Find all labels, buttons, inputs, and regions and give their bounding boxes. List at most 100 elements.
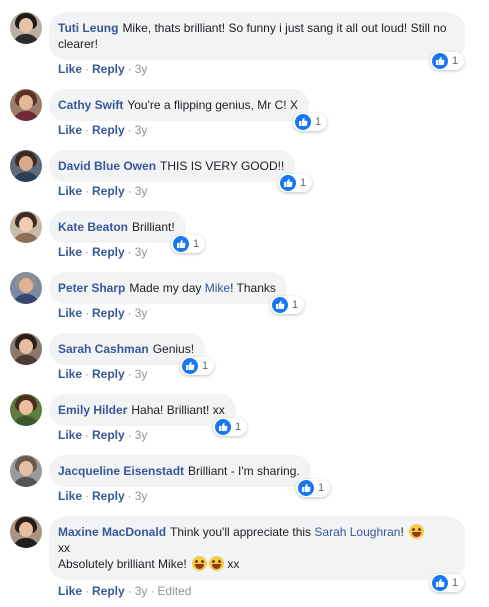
- reply-link[interactable]: Reply: [92, 584, 125, 598]
- grinning-face-emoji-icon: [192, 556, 208, 571]
- like-reaction-icon: [215, 419, 231, 435]
- reaction-count: 1: [315, 116, 322, 128]
- comment-time[interactable]: 3y: [135, 367, 148, 381]
- avatar[interactable]: [10, 89, 42, 121]
- comment-time[interactable]: 3y: [135, 306, 148, 320]
- comment-author[interactable]: Sarah Cashman: [58, 342, 149, 356]
- reaction-badge[interactable]: 1: [270, 296, 305, 314]
- grinning-face-emoji-icon: [209, 556, 225, 571]
- like-reaction-icon: [173, 236, 189, 252]
- avatar[interactable]: [10, 12, 42, 44]
- comment-time[interactable]: 3y: [135, 184, 148, 198]
- comment-line-2: xx: [58, 541, 70, 555]
- like-link[interactable]: Like: [58, 489, 82, 503]
- comment-author[interactable]: Maxine MacDonald: [58, 525, 166, 539]
- comment-bubble: Cathy Swift You're a flipping genius, Mr …: [49, 89, 309, 121]
- reaction-count: 1: [452, 577, 459, 589]
- reaction-count: 1: [235, 421, 242, 433]
- comment-text-end: xx: [227, 557, 240, 571]
- reaction-count: 1: [452, 55, 459, 67]
- reaction-badge[interactable]: 1: [293, 113, 328, 131]
- comment-text: Brilliant - I'm sharing.: [188, 464, 300, 478]
- like-link[interactable]: Like: [58, 245, 82, 259]
- comment-text: Haha! Brilliant! xx: [131, 403, 225, 417]
- like-link[interactable]: Like: [58, 62, 82, 76]
- like-reaction-icon: [295, 114, 311, 130]
- comment-bubble: Tuti Leung Mike, thats brilliant! So funn…: [49, 12, 465, 60]
- comment-time[interactable]: 3y: [135, 489, 148, 503]
- like-reaction-icon: [298, 480, 314, 496]
- avatar[interactable]: [10, 333, 42, 365]
- reaction-badge[interactable]: 1: [180, 357, 215, 375]
- like-link[interactable]: Like: [58, 306, 82, 320]
- comment-actions: Like · Reply · 3y: [58, 428, 148, 442]
- comment-author[interactable]: David Blue Owen: [58, 159, 156, 173]
- comment-actions: Like · Reply · 3y: [58, 367, 148, 381]
- reply-link[interactable]: Reply: [92, 245, 125, 259]
- avatar[interactable]: [10, 211, 42, 243]
- comment-text-after: ! Thanks: [230, 281, 276, 295]
- comment-time[interactable]: 3y: [135, 245, 148, 259]
- comment-line-1: Maxine MacDonald Think you'll appreciate …: [58, 524, 454, 540]
- reply-link[interactable]: Reply: [92, 123, 125, 137]
- reaction-badge[interactable]: 1: [430, 574, 465, 592]
- avatar[interactable]: [10, 516, 42, 548]
- comment-text: Brilliant!: [132, 220, 175, 234]
- comment-time[interactable]: 3y: [135, 428, 148, 442]
- like-link[interactable]: Like: [58, 367, 82, 381]
- comment-line-3: Absolutely brilliant Mike! xx: [58, 556, 454, 572]
- like-reaction-icon: [432, 53, 448, 69]
- comment-text-before: Think you'll appreciate this: [170, 525, 315, 539]
- avatar[interactable]: [10, 394, 42, 426]
- like-link[interactable]: Like: [58, 184, 82, 198]
- reaction-count: 1: [300, 177, 307, 189]
- grinning-face-emoji-icon: [409, 524, 425, 539]
- comment-bubble: David Blue Owen THIS IS VERY GOOD!!: [49, 150, 296, 182]
- reply-link[interactable]: Reply: [92, 489, 125, 503]
- reply-link[interactable]: Reply: [92, 62, 125, 76]
- reply-link[interactable]: Reply: [92, 306, 125, 320]
- avatar[interactable]: [10, 455, 42, 487]
- comment-text: Absolutely brilliant Mike!: [58, 557, 187, 571]
- comment-bubble: Jacqueline Eisenstadt Brilliant - I'm sha…: [49, 455, 311, 487]
- comment-actions: Like · Reply · 3y · Edited: [58, 584, 192, 598]
- reaction-count: 1: [292, 299, 299, 311]
- reaction-badge[interactable]: 1: [278, 174, 313, 192]
- comment-text: THIS IS VERY GOOD!!: [160, 159, 285, 173]
- reply-link[interactable]: Reply: [92, 184, 125, 198]
- comment-actions: Like · Reply · 3y: [58, 489, 148, 503]
- comment-time[interactable]: 3y: [135, 62, 148, 76]
- reply-link[interactable]: Reply: [92, 367, 125, 381]
- comment-author[interactable]: Kate Beaton: [58, 220, 128, 234]
- comment-text-before: Made my day: [129, 281, 205, 295]
- like-link[interactable]: Like: [58, 584, 82, 598]
- comment-text: You're a flipping genius, Mr C! X: [127, 98, 298, 112]
- comment-time[interactable]: 3y: [135, 123, 148, 137]
- reaction-count: 1: [202, 360, 209, 372]
- comment-author[interactable]: Tuti Leung: [58, 21, 118, 35]
- comment-author[interactable]: Emily Hilder: [58, 403, 127, 417]
- comment-author[interactable]: Cathy Swift: [58, 98, 123, 112]
- mention-link[interactable]: Sarah Loughran: [314, 525, 400, 539]
- avatar[interactable]: [10, 150, 42, 182]
- like-link[interactable]: Like: [58, 123, 82, 137]
- avatar[interactable]: [10, 272, 42, 304]
- comment-bubble: Maxine MacDonald Think you'll appreciate …: [49, 516, 465, 580]
- comment-actions: Like · Reply · 3y: [58, 184, 148, 198]
- comment-bubble: Emily Hilder Haha! Brilliant! xx: [49, 394, 236, 426]
- comment-actions: Like · Reply · 3y: [58, 245, 148, 259]
- reaction-badge[interactable]: 1: [171, 235, 206, 253]
- reaction-count: 1: [318, 482, 325, 494]
- mention-link[interactable]: Mike: [205, 281, 230, 295]
- comment-time[interactable]: 3y: [135, 584, 148, 598]
- reaction-badge[interactable]: 1: [296, 479, 331, 497]
- like-reaction-icon: [182, 358, 198, 374]
- reaction-badge[interactable]: 1: [430, 52, 465, 70]
- reaction-badge[interactable]: 1: [213, 418, 248, 436]
- like-link[interactable]: Like: [58, 428, 82, 442]
- comment-author[interactable]: Jacqueline Eisenstadt: [58, 464, 184, 478]
- like-reaction-icon: [280, 175, 296, 191]
- comment-author[interactable]: Peter Sharp: [58, 281, 125, 295]
- edited-label[interactable]: Edited: [157, 584, 191, 598]
- reply-link[interactable]: Reply: [92, 428, 125, 442]
